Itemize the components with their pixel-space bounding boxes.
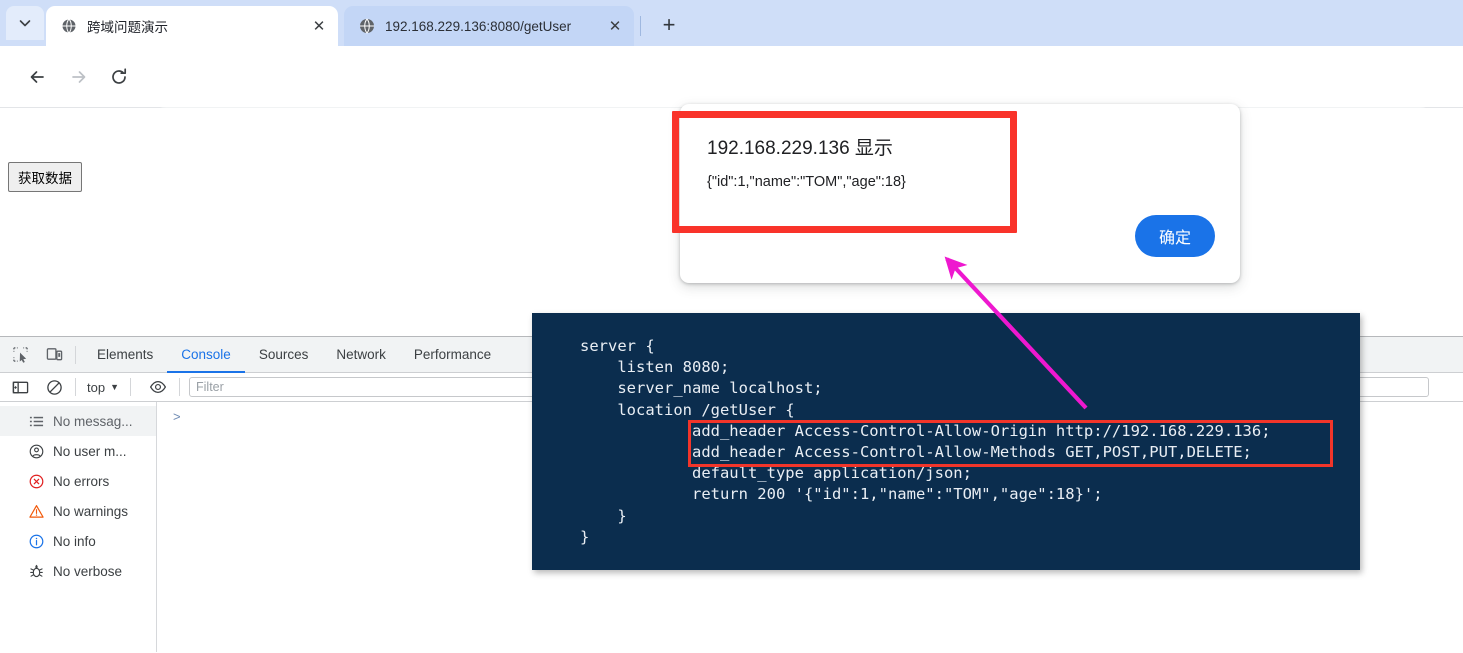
arrow-right-icon <box>72 71 86 83</box>
console-filter-placeholder: Filter <box>196 380 224 394</box>
close-icon[interactable]: ✕ <box>308 15 330 37</box>
console-sidebar: No messag... No user m... No errors No w… <box>0 402 157 652</box>
sidebar-item-label: No warnings <box>53 503 129 519</box>
toolbar-separator <box>130 378 131 396</box>
warning-icon <box>28 503 44 519</box>
reload-icon <box>112 68 127 84</box>
toolbar-separator <box>75 378 76 396</box>
close-icon[interactable]: ✕ <box>604 15 626 37</box>
forward-button[interactable] <box>62 60 96 94</box>
clear-console-icon[interactable] <box>40 373 68 401</box>
chevron-down-icon: ▼ <box>110 382 119 392</box>
sidebar-item-errors[interactable]: No errors <box>0 466 156 496</box>
eye-icon[interactable] <box>144 373 172 401</box>
sidebar-panel-icon[interactable] <box>6 373 34 401</box>
inspect-element-icon[interactable] <box>6 341 34 369</box>
sidebar-item-warnings[interactable]: No warnings <box>0 496 156 526</box>
devtools-tab-performance[interactable]: Performance <box>400 337 505 373</box>
devtools-tab-console[interactable]: Console <box>167 337 245 373</box>
sidebar-item-verbose[interactable]: No verbose <box>0 556 156 586</box>
tab-title: 192.168.229.136:8080/getUser <box>385 18 572 34</box>
list-icon <box>28 413 44 429</box>
tab-item-active[interactable]: 跨域问题演示 ✕ <box>46 6 338 46</box>
tab-separator <box>640 16 641 36</box>
devtools-tab-sources[interactable]: Sources <box>245 337 323 373</box>
javascript-alert-dialog: 192.168.229.136 显示 {"id":1,"name":"TOM",… <box>680 104 1240 283</box>
tab-strip: 跨域问题演示 ✕ 192.168.229.136:8080/getUser ✕ … <box>0 0 1463 46</box>
sidebar-item-messages[interactable]: No messag... <box>0 406 156 436</box>
execution-context-selector[interactable]: top ▼ <box>83 380 123 395</box>
sidebar-item-info[interactable]: No info <box>0 526 156 556</box>
sidebar-item-label: No errors <box>53 473 110 489</box>
sidebar-item-label: No info <box>53 533 96 549</box>
nginx-config-code: server { listen 8080; server_name localh… <box>580 337 1271 546</box>
fetch-data-button[interactable]: 获取数据 <box>8 162 82 192</box>
new-tab-button[interactable]: + <box>654 10 684 40</box>
reload-button[interactable] <box>102 60 136 94</box>
dialog-message: {"id":1,"name":"TOM","age":18} <box>707 174 906 190</box>
arrow-left-icon <box>30 71 44 83</box>
info-icon <box>28 533 44 549</box>
globe-icon <box>358 18 375 35</box>
devtools-tab-elements[interactable]: Elements <box>83 337 167 373</box>
console-prompt-icon: > <box>173 409 181 424</box>
dialog-ok-button[interactable]: 确定 <box>1135 215 1215 257</box>
user-message-icon <box>28 443 44 459</box>
sidebar-item-label: No messag... <box>53 413 133 429</box>
back-button[interactable] <box>20 60 54 94</box>
sidebar-item-user-messages[interactable]: No user m... <box>0 436 156 466</box>
sidebar-item-label: No user m... <box>53 443 127 459</box>
toolbar-separator <box>75 345 76 364</box>
browser-toolbar: 不安全 192.168.229.136/a.html <box>0 46 1463 143</box>
toolbar-separator <box>179 378 180 396</box>
nginx-config-overlay: server { listen 8080; server_name localh… <box>532 313 1360 570</box>
bug-icon <box>28 563 44 579</box>
chevron-down-icon <box>19 20 31 27</box>
browser-window: 跨域问题演示 ✕ 192.168.229.136:8080/getUser ✕ … <box>0 0 1463 653</box>
error-icon <box>28 473 44 489</box>
globe-icon <box>60 18 77 35</box>
tab-search-button[interactable] <box>6 6 44 40</box>
devtools-tab-network[interactable]: Network <box>322 337 400 373</box>
tab-item-inactive[interactable]: 192.168.229.136:8080/getUser ✕ <box>344 6 634 46</box>
sidebar-item-label: No verbose <box>53 563 123 579</box>
execution-context-label: top <box>87 379 106 395</box>
tab-title: 跨域问题演示 <box>87 20 168 35</box>
device-toolbar-icon[interactable] <box>40 341 68 369</box>
dialog-title: 192.168.229.136 显示 <box>707 138 893 159</box>
